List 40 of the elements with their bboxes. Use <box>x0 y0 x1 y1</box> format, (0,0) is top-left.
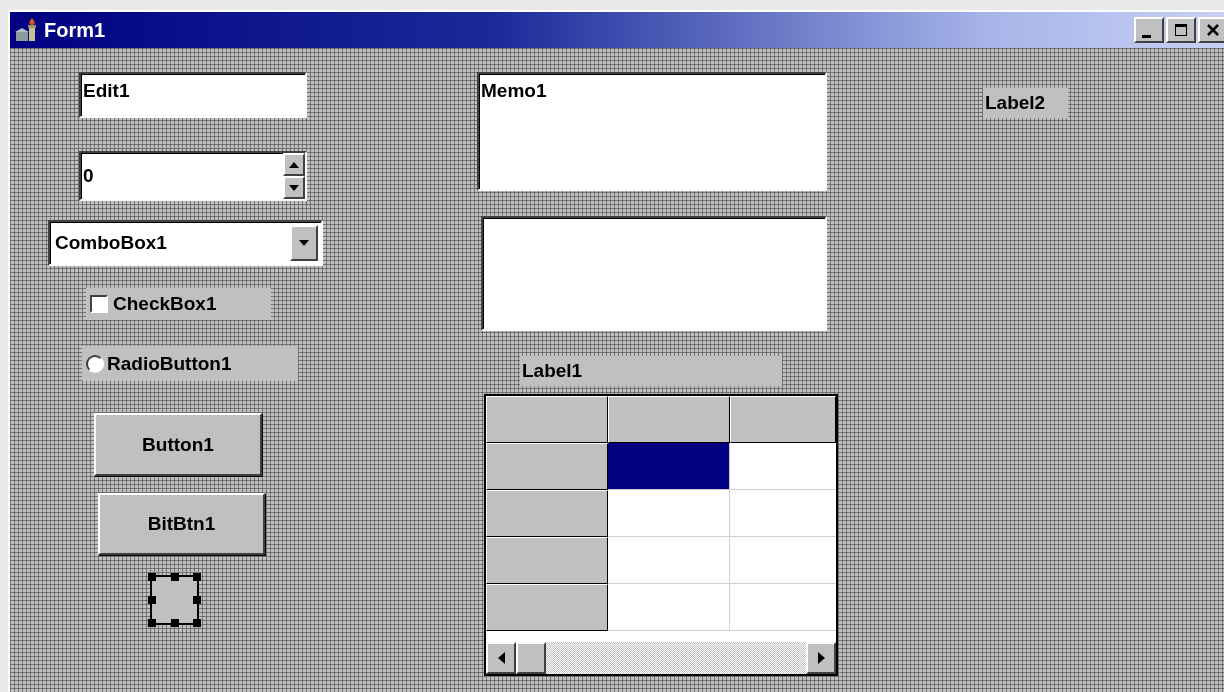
push-button[interactable]: Button1 <box>94 413 262 476</box>
list-box[interactable] <box>481 216 827 331</box>
window-title: Form1 <box>44 18 106 42</box>
label: Label2 <box>983 88 1068 118</box>
spin-up-button[interactable] <box>283 153 305 176</box>
grid-cell[interactable] <box>608 537 730 584</box>
right-arrow-icon <box>817 652 825 664</box>
checkbox[interactable] <box>90 295 108 313</box>
close-button[interactable] <box>1198 17 1224 43</box>
memo-field[interactable]: Memo1 <box>477 72 827 191</box>
maximize-icon <box>1174 23 1188 37</box>
minimize-button[interactable] <box>1134 17 1164 43</box>
spin-down-button[interactable] <box>283 176 305 199</box>
grid-cell[interactable] <box>608 443 730 490</box>
combo-box[interactable]: ComboBox1 <box>48 220 323 266</box>
spin-value: 0 <box>83 165 95 187</box>
dropdown-button[interactable] <box>290 225 318 261</box>
push-button[interactable]: BitBtn1 <box>98 493 265 555</box>
radio-label: RadioButton1 <box>107 352 232 375</box>
maximize-button[interactable] <box>1166 17 1196 43</box>
scroll-right-button[interactable] <box>806 642 836 674</box>
down-arrow-icon <box>299 240 309 246</box>
grid-cell[interactable] <box>608 490 730 537</box>
scroll-thumb[interactable] <box>516 642 546 674</box>
up-arrow-icon <box>289 161 299 168</box>
spin-field[interactable]: 0 <box>79 151 307 201</box>
grid-cell[interactable] <box>608 584 730 631</box>
radio-button[interactable] <box>86 354 104 373</box>
label: Label1 <box>520 356 782 386</box>
scroll-left-button[interactable] <box>486 642 516 674</box>
checkbox-label: CheckBox1 <box>113 293 217 315</box>
minimize-icon <box>1141 34 1151 38</box>
panel[interactable] <box>150 575 199 625</box>
close-icon <box>1206 23 1220 37</box>
left-arrow-icon <box>497 652 505 664</box>
down-arrow-icon <box>289 184 299 191</box>
combo-value: ComboBox1 <box>54 232 168 254</box>
string-grid[interactable] <box>484 394 838 676</box>
horizontal-scrollbar[interactable] <box>486 642 836 674</box>
edit-field[interactable]: Edit1 <box>79 72 307 118</box>
